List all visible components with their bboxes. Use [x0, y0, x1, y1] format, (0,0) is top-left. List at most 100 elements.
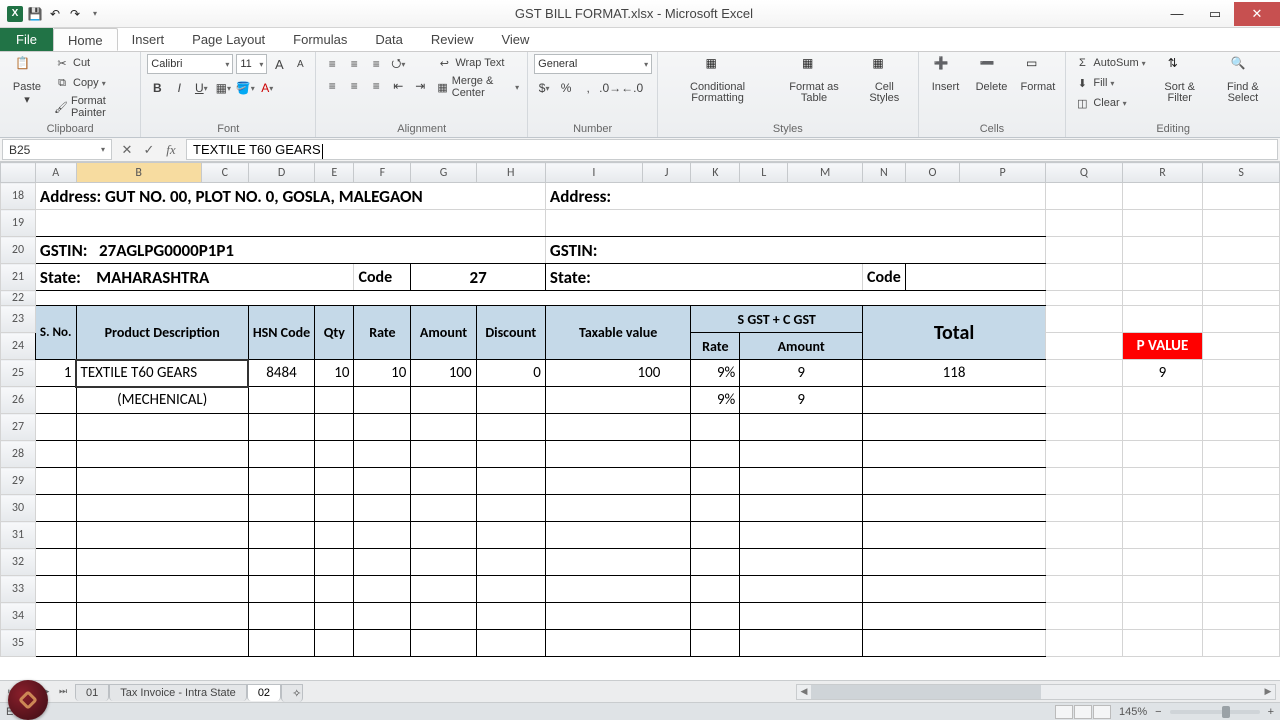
fx-icon[interactable]: fx — [162, 142, 180, 158]
zoom-slider[interactable] — [1170, 710, 1260, 714]
font-name-combo[interactable]: Calibri▾ — [147, 54, 233, 74]
conditional-formatting-button[interactable]: ▦Conditional Formatting — [664, 54, 771, 106]
align-bottom-button[interactable]: ≡ — [366, 54, 386, 74]
fill-color-button[interactable]: 🪣▾ — [235, 78, 255, 98]
increase-decimal-button[interactable]: .0→ — [600, 78, 620, 98]
shrink-font-button[interactable]: A — [291, 54, 309, 74]
row-28[interactable]: 28 — [1, 441, 1280, 468]
page-break-view-icon[interactable] — [1093, 705, 1111, 719]
row-18[interactable]: 18 Address: GUT NO. 00, PLOT NO. 0, GOSL… — [1, 183, 1280, 210]
sheet-tab-02[interactable]: 02 — [247, 684, 281, 701]
minimize-button[interactable]: — — [1158, 2, 1196, 26]
formula-input[interactable]: TEXTILE T60 GEARS — [186, 139, 1278, 160]
worksheet-grid[interactable]: ABCDEFGHIJKLMNOPQRS 18 Address: GUT NO. … — [0, 162, 1280, 680]
name-box[interactable]: B25▾ — [2, 139, 112, 160]
delete-cells-button[interactable]: ➖Delete — [971, 54, 1013, 95]
column-headers[interactable]: ABCDEFGHIJKLMNOPQRS — [1, 163, 1280, 183]
zoom-level[interactable]: 145% — [1119, 706, 1147, 718]
border-button[interactable]: ▦▾ — [213, 78, 233, 98]
cell-styles-button[interactable]: ▦Cell Styles — [857, 54, 911, 106]
wrap-text-button[interactable]: ↩Wrap Text — [434, 54, 521, 72]
fill-button[interactable]: ⬇Fill▾ — [1072, 74, 1147, 92]
format-painter-button[interactable]: 🖌Format Painter — [52, 94, 134, 120]
select-all-button[interactable] — [1, 163, 36, 183]
tab-insert[interactable]: Insert — [118, 28, 179, 51]
group-label: Alignment — [322, 123, 521, 137]
row-20[interactable]: 20 GSTIN: 27AGLPG0000P1P1 GSTIN: — [1, 237, 1280, 264]
close-button[interactable]: ✕ — [1234, 2, 1280, 26]
row-25[interactable]: 25 1 TEXTILE T60 GEARS 8484 10 10 100 0 … — [1, 360, 1280, 387]
excel-icon[interactable]: X — [6, 5, 24, 23]
tab-page-layout[interactable]: Page Layout — [178, 28, 279, 51]
tab-data[interactable]: Data — [361, 28, 416, 51]
row-23[interactable]: 23 S. No. Product Description HSN Code Q… — [1, 306, 1280, 333]
tab-view[interactable]: View — [487, 28, 543, 51]
horizontal-scrollbar[interactable]: ◀▶ — [303, 684, 1280, 700]
sheet-tab-01[interactable]: 01 — [75, 684, 109, 701]
row-34[interactable]: 34 — [1, 603, 1280, 630]
percent-button[interactable]: % — [556, 78, 576, 98]
last-sheet-icon[interactable]: ⏭ — [55, 684, 71, 700]
row-29[interactable]: 29 — [1, 468, 1280, 495]
clear-button[interactable]: ◫Clear▾ — [1072, 94, 1147, 112]
redo-icon[interactable]: ↷ — [66, 5, 84, 23]
paste-button[interactable]: 📋 Paste▾ — [6, 54, 48, 108]
align-left-button[interactable]: ≡ — [322, 76, 342, 96]
cancel-edit-icon[interactable]: ✕ — [118, 142, 136, 158]
row-21[interactable]: 21 State: MAHARASHTRA Code 27 State: Cod… — [1, 264, 1280, 291]
find-select-button[interactable]: 🔍Find & Select — [1212, 54, 1274, 106]
qat-customize-icon[interactable]: ▾ — [86, 5, 104, 23]
row-19[interactable]: 19 — [1, 210, 1280, 237]
save-icon[interactable]: 💾 — [26, 5, 44, 23]
decrease-indent-button[interactable]: ⇤ — [388, 76, 408, 96]
page-layout-view-icon[interactable] — [1074, 705, 1092, 719]
grow-font-button[interactable]: A — [270, 54, 288, 74]
font-size-combo[interactable]: 11▾ — [236, 54, 267, 74]
row-26[interactable]: 26 (MECHENICAL) 9% 9 — [1, 387, 1280, 414]
align-middle-button[interactable]: ≡ — [344, 54, 364, 74]
orientation-button[interactable]: ⭯▾ — [388, 54, 408, 74]
row-22[interactable]: 22 — [1, 291, 1280, 306]
sort-filter-button[interactable]: ⇅Sort & Filter — [1152, 54, 1208, 106]
cut-button[interactable]: ✂Cut — [52, 54, 134, 72]
number-format-combo[interactable]: General▾ — [534, 54, 652, 74]
format-cells-button[interactable]: ▭Format — [1017, 54, 1060, 95]
new-sheet-button[interactable]: ✧ — [281, 684, 303, 702]
sheet-tab-tax-invoice[interactable]: Tax Invoice - Intra State — [109, 684, 247, 701]
merge-center-button[interactable]: ▦Merge & Center▾ — [434, 74, 521, 100]
increase-indent-button[interactable]: ⇥ — [410, 76, 430, 96]
zoom-out-button[interactable]: − — [1155, 706, 1161, 718]
italic-button[interactable]: I — [169, 78, 189, 98]
row-27[interactable]: 27 — [1, 414, 1280, 441]
autosum-button[interactable]: ΣAutoSum▾ — [1072, 54, 1147, 72]
copy-button[interactable]: ⧉Copy▾ — [52, 74, 134, 92]
underline-button[interactable]: U▾ — [191, 78, 211, 98]
row-32[interactable]: 32 — [1, 549, 1280, 576]
row-35[interactable]: 35 — [1, 630, 1280, 657]
row-30[interactable]: 30 — [1, 495, 1280, 522]
align-right-button[interactable]: ≡ — [366, 76, 386, 96]
row-31[interactable]: 31 — [1, 522, 1280, 549]
group-label: Cells — [925, 123, 1060, 137]
format-as-table-button[interactable]: ▦Format as Table — [775, 54, 853, 106]
tab-home[interactable]: Home — [53, 28, 118, 51]
tab-file[interactable]: File — [0, 28, 53, 51]
row-33[interactable]: 33 — [1, 576, 1280, 603]
align-center-button[interactable]: ≡ — [344, 76, 364, 96]
zoom-in-button[interactable]: + — [1268, 706, 1274, 718]
font-color-button[interactable]: A▾ — [257, 78, 277, 98]
undo-icon[interactable]: ↶ — [46, 5, 64, 23]
currency-button[interactable]: $▾ — [534, 78, 554, 98]
bold-button[interactable]: B — [147, 78, 167, 98]
window-title: GST BILL FORMAT.xlsx - Microsoft Excel — [110, 6, 1158, 21]
insert-cells-button[interactable]: ➕Insert — [925, 54, 967, 95]
view-buttons[interactable] — [1055, 705, 1111, 719]
align-top-button[interactable]: ≡ — [322, 54, 342, 74]
tab-review[interactable]: Review — [417, 28, 488, 51]
decrease-decimal-button[interactable]: ←.0 — [622, 78, 642, 98]
normal-view-icon[interactable] — [1055, 705, 1073, 719]
comma-button[interactable]: , — [578, 78, 598, 98]
restore-button[interactable]: ▭ — [1196, 2, 1234, 26]
tab-formulas[interactable]: Formulas — [279, 28, 361, 51]
confirm-edit-icon[interactable]: ✓ — [140, 142, 158, 158]
